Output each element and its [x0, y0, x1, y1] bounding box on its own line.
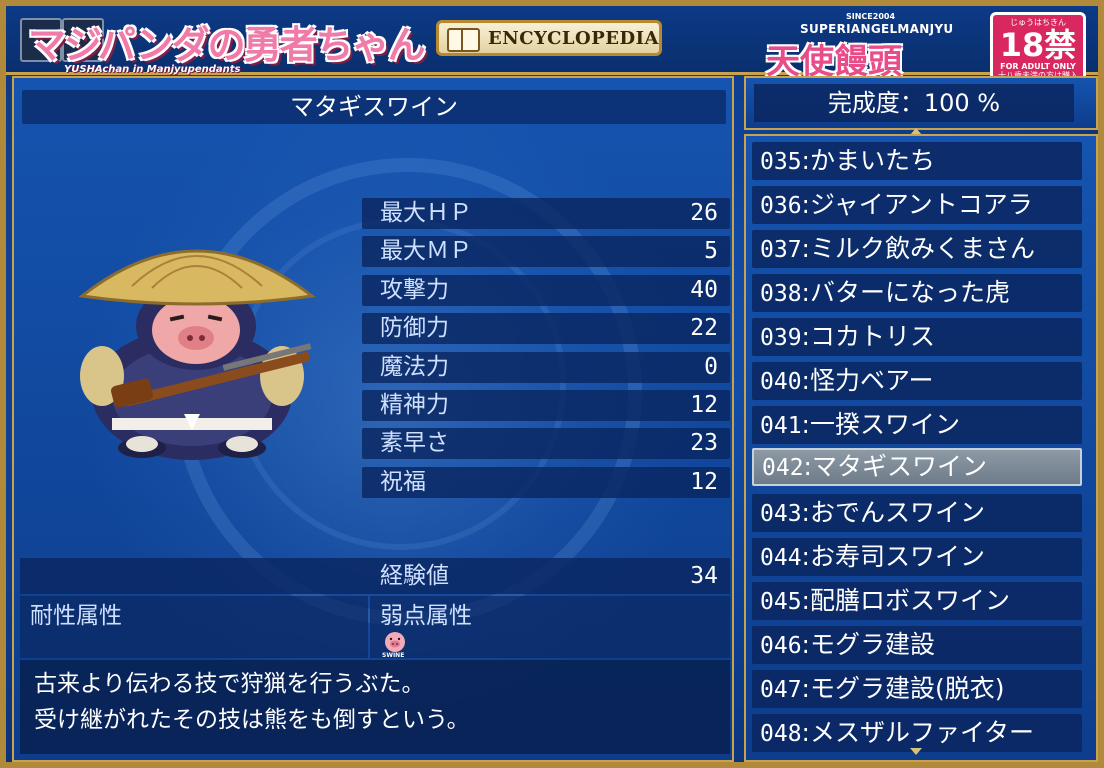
- monster-list: 035:かまいたち 036:ジャイアントコアラ 037:ミルク飲みくまさん 03…: [744, 134, 1098, 762]
- list-item-name: :ミルク飲みくまさん: [801, 234, 1035, 263]
- stat-value: 22: [690, 315, 718, 341]
- stat-row-speed: 素早さ 23: [362, 428, 730, 459]
- list-item-name: :バターになった虎: [801, 278, 1010, 307]
- monster-name: マタギスワイン: [22, 90, 726, 124]
- swine-icon-label: SWINE: [382, 652, 405, 659]
- list-item-name: :怪力ベアー: [801, 366, 934, 395]
- list-item[interactable]: 048:メスザルファイター: [752, 714, 1082, 752]
- stat-value: 26: [690, 200, 718, 226]
- list-item-number: 048: [760, 721, 802, 747]
- list-item[interactable]: 044:お寿司スワイン: [752, 538, 1082, 576]
- exp-label: 経験値: [380, 563, 449, 589]
- stat-value: 5: [704, 238, 718, 264]
- stat-row-magic: 魔法力 0: [362, 352, 730, 383]
- list-item-name: :おでんスワイン: [801, 498, 985, 527]
- resist-attribute-label: 耐性属性: [30, 603, 122, 629]
- list-item[interactable]: 040:怪力ベアー: [752, 362, 1082, 400]
- list-item-number: 042: [762, 455, 804, 481]
- book-icon: [447, 26, 481, 52]
- stat-label: 祝福: [380, 469, 426, 495]
- stat-row-blessing: 祝福 12: [362, 467, 730, 498]
- stat-label: 魔法力: [380, 354, 449, 380]
- list-item-number: 036: [760, 193, 802, 219]
- stat-value: 0: [704, 354, 718, 380]
- list-item[interactable]: 035:かまいたち: [752, 142, 1082, 180]
- age-rating: 18禁: [999, 26, 1077, 64]
- stat-row-defense: 防御力 22: [362, 313, 730, 344]
- list-item-name: :モグラ建設(脱衣): [801, 674, 1005, 703]
- list-item-number: 047: [760, 677, 802, 703]
- resist-attribute-box: 耐性属性: [20, 596, 368, 658]
- brand-logo: SINCE2004 SUPERIANGELMANJYU 天使饅頭: [766, 12, 986, 82]
- list-item-name: :モグラ建設: [801, 630, 935, 659]
- list-item[interactable]: 039:コカトリス: [752, 318, 1082, 356]
- list-item-number: 038: [760, 281, 802, 307]
- description-line-1: 古来より伝わる技で狩猟を行うぶた。: [34, 671, 425, 697]
- list-item-number: 040: [760, 369, 802, 395]
- list-item-number: 035: [760, 149, 802, 175]
- weak-attribute-box: 弱点属性 SWINE: [370, 596, 730, 659]
- monster-description: 古来より伝わる技で狩猟を行うぶた。 受け継がれたその技は熊をも倒すという。: [20, 660, 730, 754]
- game-logo: マジパンダの勇者ちゃん YUSHAchan in Manjyupendants: [16, 12, 426, 75]
- list-item[interactable]: 047:モグラ建設(脱衣): [752, 670, 1082, 708]
- stat-value: 12: [690, 469, 718, 495]
- description-line-2: 受け継がれたその技は熊をも倒すという。: [34, 707, 470, 733]
- list-item-number: 037: [760, 237, 802, 263]
- list-item[interactable]: 043:おでんスワイン: [752, 494, 1082, 532]
- stat-value: 23: [690, 430, 718, 456]
- stat-label: 精神力: [380, 392, 449, 418]
- stat-row-attack: 攻撃力 40: [362, 275, 730, 306]
- list-item-name: :一揆スワイン: [801, 410, 960, 439]
- list-item-name: :コカトリス: [801, 322, 935, 351]
- stat-label: 最大ＭＰ: [380, 238, 472, 264]
- stat-value: 40: [690, 277, 718, 303]
- list-item[interactable]: 041:一揆スワイン: [752, 406, 1082, 444]
- encyclopedia-button[interactable]: ENCYCLOPEDIA: [436, 20, 662, 56]
- completion-rate: 完成度：100 %: [754, 84, 1074, 122]
- monster-detail-panel: マタギスワイン 最大ＨＰ 26 最大ＭＰ 5 攻撃力 40 防御力 22 魔法力…: [12, 76, 734, 762]
- list-item-name: :ジャイアントコアラ: [801, 190, 1033, 219]
- list-item-name: :配膳ロボスワイン: [801, 586, 1010, 615]
- list-item-number: 044: [760, 545, 802, 571]
- list-item[interactable]: 046:モグラ建設: [752, 626, 1082, 664]
- list-item[interactable]: 038:バターになった虎: [752, 274, 1082, 312]
- exp-value: 34: [690, 563, 718, 589]
- stat-label: 最大ＨＰ: [380, 200, 472, 226]
- encyclopedia-label: ENCYCLOPEDIA: [488, 27, 659, 49]
- stat-label: 素早さ: [380, 430, 449, 456]
- stat-row-max-hp: 最大ＨＰ 26: [362, 198, 730, 229]
- list-item-name: :お寿司スワイン: [801, 542, 985, 571]
- list-item[interactable]: 045:配膳ロボスワイン: [752, 582, 1082, 620]
- stat-row-max-mp: 最大ＭＰ 5: [362, 236, 730, 267]
- monster-portrait: [78, 249, 316, 460]
- stat-row-spirit: 精神力 12: [362, 390, 730, 421]
- list-item-name: :かまいたち: [801, 146, 935, 175]
- list-item[interactable]: 037:ミルク飲みくまさん: [752, 230, 1082, 268]
- weak-attribute-label: 弱点属性: [380, 603, 472, 629]
- list-item-selected[interactable]: 042:マタギスワイン: [752, 448, 1082, 486]
- game-subtitle: YUSHAchan in Manjyupendants: [64, 64, 241, 75]
- completion-panel: 完成度：100 %: [744, 76, 1098, 130]
- game-title: マジパンダの勇者ちゃん: [28, 22, 426, 67]
- adult-only-label: FOR ADULT ONLY: [1000, 62, 1076, 71]
- list-item-number: 046: [760, 633, 802, 659]
- list-item-number: 043: [760, 501, 802, 527]
- exp-row: 経験値 34: [20, 558, 730, 594]
- brand-since: SINCE2004: [846, 12, 896, 21]
- stat-label: 防御力: [380, 315, 449, 341]
- scroll-down-arrow-icon[interactable]: [910, 748, 922, 755]
- list-item-number: 045: [760, 589, 802, 615]
- stat-value: 12: [690, 392, 718, 418]
- list-item-name: :マタギスワイン: [803, 452, 987, 481]
- stat-label: 攻撃力: [380, 277, 449, 303]
- list-item-number: 041: [760, 413, 802, 439]
- list-item[interactable]: 036:ジャイアントコアラ: [752, 186, 1082, 224]
- list-item-number: 039: [760, 325, 802, 351]
- list-item-name: :メスザルファイター: [801, 718, 1034, 747]
